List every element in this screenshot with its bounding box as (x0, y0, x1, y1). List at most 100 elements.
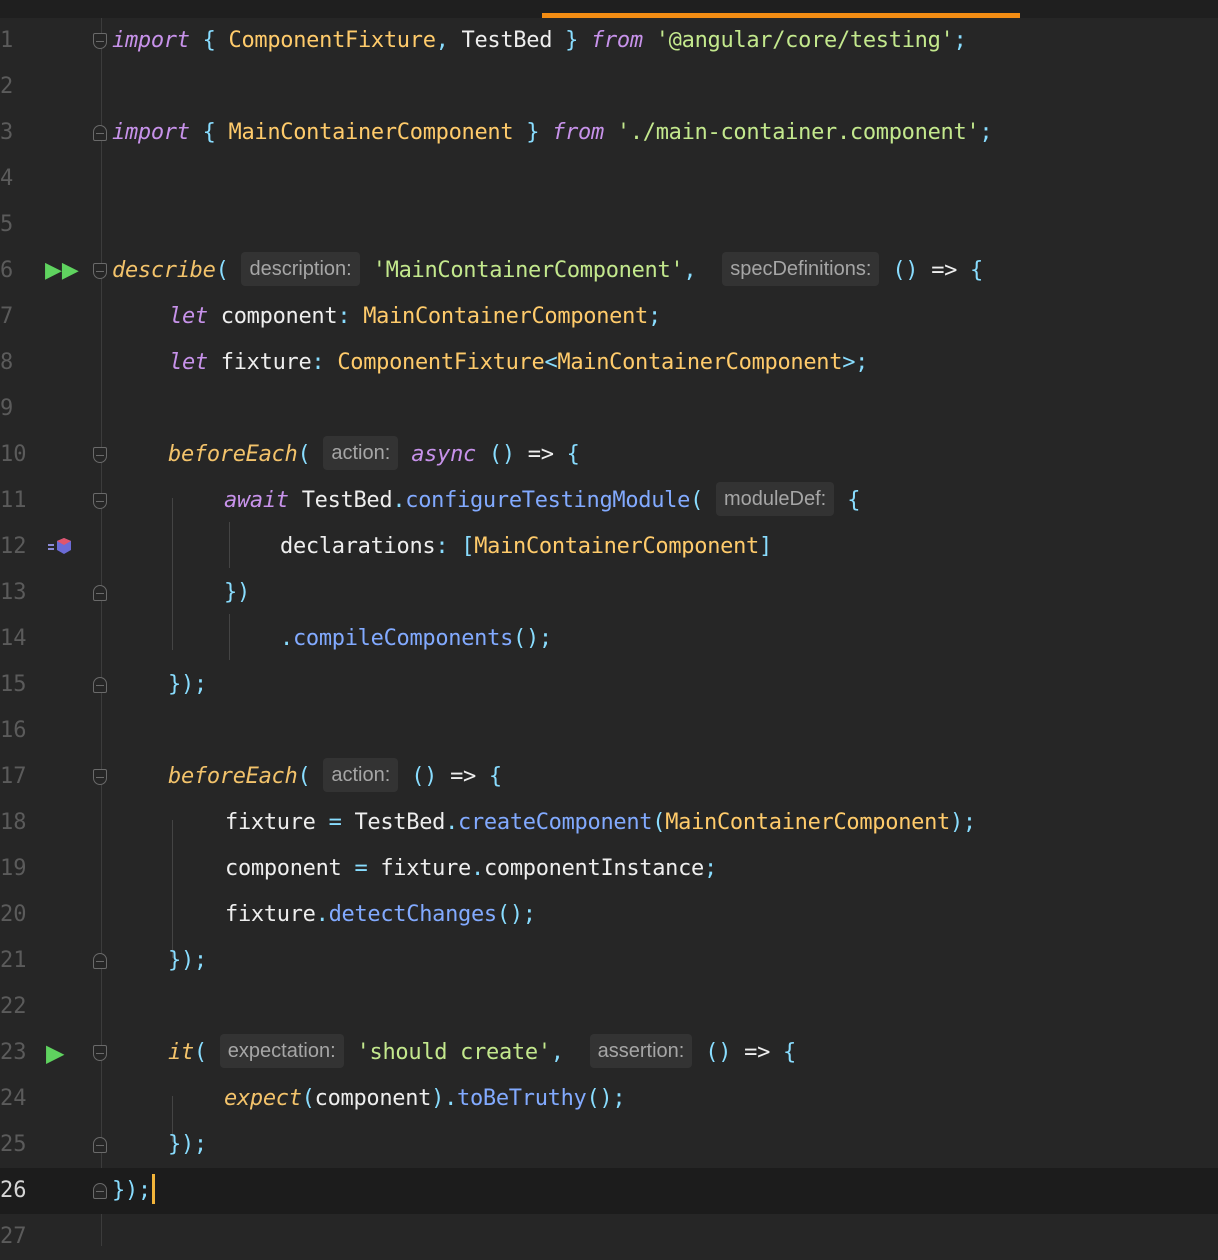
punct: : (337, 304, 364, 329)
punct: ; (704, 856, 717, 881)
keyword: let (169, 350, 208, 375)
code-line[interactable]: 13 }) (0, 570, 1218, 616)
arrow: => (514, 442, 567, 467)
method-name: detectChanges (328, 902, 498, 927)
punct: ). (431, 1086, 458, 1111)
code-text: let component: MainContainerComponent; (169, 294, 661, 340)
fold-icon[interactable] (93, 447, 107, 463)
method-name: toBeTruthy (457, 1086, 587, 1111)
code-line[interactable]: 1 import { ComponentFixture, TestBed } f… (0, 18, 1218, 64)
line-number: 16 (0, 718, 27, 743)
code-line[interactable]: 5 (0, 202, 1218, 248)
code-line[interactable]: 21 }); (0, 938, 1218, 984)
keyword: async (411, 442, 476, 467)
code-text: await TestBed.configureTestingModule( mo… (224, 478, 860, 524)
code-line[interactable]: 6 ▶▶ describe( description: 'MainContain… (0, 248, 1218, 294)
code-line[interactable]: 2 (0, 64, 1218, 110)
component-link-icon[interactable] (48, 537, 72, 557)
code-line[interactable]: 16 (0, 708, 1218, 754)
punct: ] (758, 534, 772, 559)
punct: { (566, 442, 580, 467)
code-text: }); (168, 938, 207, 984)
string-literal: 'MainContainerComponent' (372, 258, 684, 283)
punct: ; (648, 304, 661, 329)
code-line[interactable]: 25 }); (0, 1122, 1218, 1168)
punct: }); (112, 1178, 151, 1203)
fold-icon[interactable] (93, 1045, 107, 1061)
fold-icon[interactable] (93, 1137, 107, 1153)
code-line[interactable]: 22 (0, 984, 1218, 1030)
code-line[interactable]: 8 let fixture: ComponentFixture<MainCont… (0, 340, 1218, 386)
identifier: TestBed (301, 488, 393, 513)
line-number: 12 (0, 534, 27, 559)
line-number: 17 (0, 764, 27, 789)
arrow: => (437, 764, 489, 789)
code-line[interactable]: 10 beforeEach( action: async () => { (0, 432, 1218, 478)
code-line[interactable]: 3 import { MainContainerComponent } from… (0, 110, 1218, 156)
punct: . (392, 488, 406, 513)
code-line[interactable]: 12 declarations: [MainContainerComponent… (0, 524, 1218, 570)
code-line[interactable]: 7 let component: MainContainerComponent; (0, 294, 1218, 340)
code-line[interactable]: 23 ▶ it( expectation: 'should create', a… (0, 1030, 1218, 1076)
punct: >; (842, 350, 869, 375)
editor-tab-strip (0, 0, 1218, 18)
code-line[interactable]: 15 }); (0, 662, 1218, 708)
run-test-icon[interactable]: ▶ (46, 1030, 64, 1076)
fold-icon[interactable] (93, 33, 107, 49)
punct: ( (690, 488, 716, 513)
string-literal: '@angular/core/testing' (655, 28, 954, 53)
fold-icon[interactable] (93, 953, 107, 969)
punct: ); (949, 810, 976, 835)
code-line[interactable]: 14 .compileComponents(); (0, 616, 1218, 662)
string-literal: 'should create' (356, 1040, 551, 1065)
code-line[interactable]: 11 await TestBed.configureTestingModule(… (0, 478, 1218, 524)
current-code-line[interactable]: 26 }); (0, 1168, 1218, 1214)
code-text: describe( description: 'MainContainerCom… (112, 248, 983, 294)
function-name: it (168, 1040, 194, 1065)
line-number: 26 (0, 1178, 27, 1203)
line-number: 20 (0, 902, 27, 927)
code-line[interactable]: 19 component = fixture.componentInstance… (0, 846, 1218, 892)
string-literal: './main-container.component' (616, 120, 980, 145)
punct: { (189, 28, 229, 53)
function-name: beforeEach (168, 764, 298, 789)
identifier: fixture (380, 856, 471, 881)
code-text: }); (168, 1122, 207, 1168)
punct: () (488, 442, 515, 467)
parameter-hint: action: (323, 436, 399, 470)
punct: , (683, 258, 723, 283)
fold-icon[interactable] (93, 493, 107, 509)
punct: (); (513, 626, 552, 651)
code-line[interactable]: 9 (0, 386, 1218, 432)
code-editor[interactable]: 1 import { ComponentFixture, TestBed } f… (0, 18, 1218, 1249)
fold-icon[interactable] (93, 125, 107, 141)
punct: < (544, 350, 558, 375)
parameter-hint: action: (323, 758, 399, 792)
code-line[interactable]: 24 expect(component).toBeTruthy(); (0, 1076, 1218, 1122)
code-line[interactable]: 18 fixture = TestBed.createComponent(Mai… (0, 800, 1218, 846)
fold-icon[interactable] (93, 1183, 107, 1199)
punct: { (970, 258, 983, 283)
code-line[interactable]: 20 fixture.detectChanges(); (0, 892, 1218, 938)
fold-icon[interactable] (93, 263, 107, 279)
type-name: MainContainerComponent (363, 304, 648, 329)
fold-icon[interactable] (93, 769, 107, 785)
code-line[interactable]: 4 (0, 156, 1218, 202)
run-all-icon[interactable]: ▶▶ (45, 248, 79, 294)
fold-icon[interactable] (93, 585, 107, 601)
type-name: ComponentFixture (337, 350, 545, 375)
code-line[interactable]: 17 beforeEach( action: () => { (0, 754, 1218, 800)
keyword: await (224, 488, 289, 513)
fold-icon[interactable] (93, 677, 107, 693)
punct: . (280, 626, 293, 651)
identifier: ComponentFixture (228, 28, 436, 53)
punct: ( (297, 442, 324, 467)
code-text: beforeEach( action: () => { (168, 754, 502, 800)
code-line[interactable]: 27 (0, 1214, 1218, 1260)
text-cursor (151, 1174, 155, 1204)
